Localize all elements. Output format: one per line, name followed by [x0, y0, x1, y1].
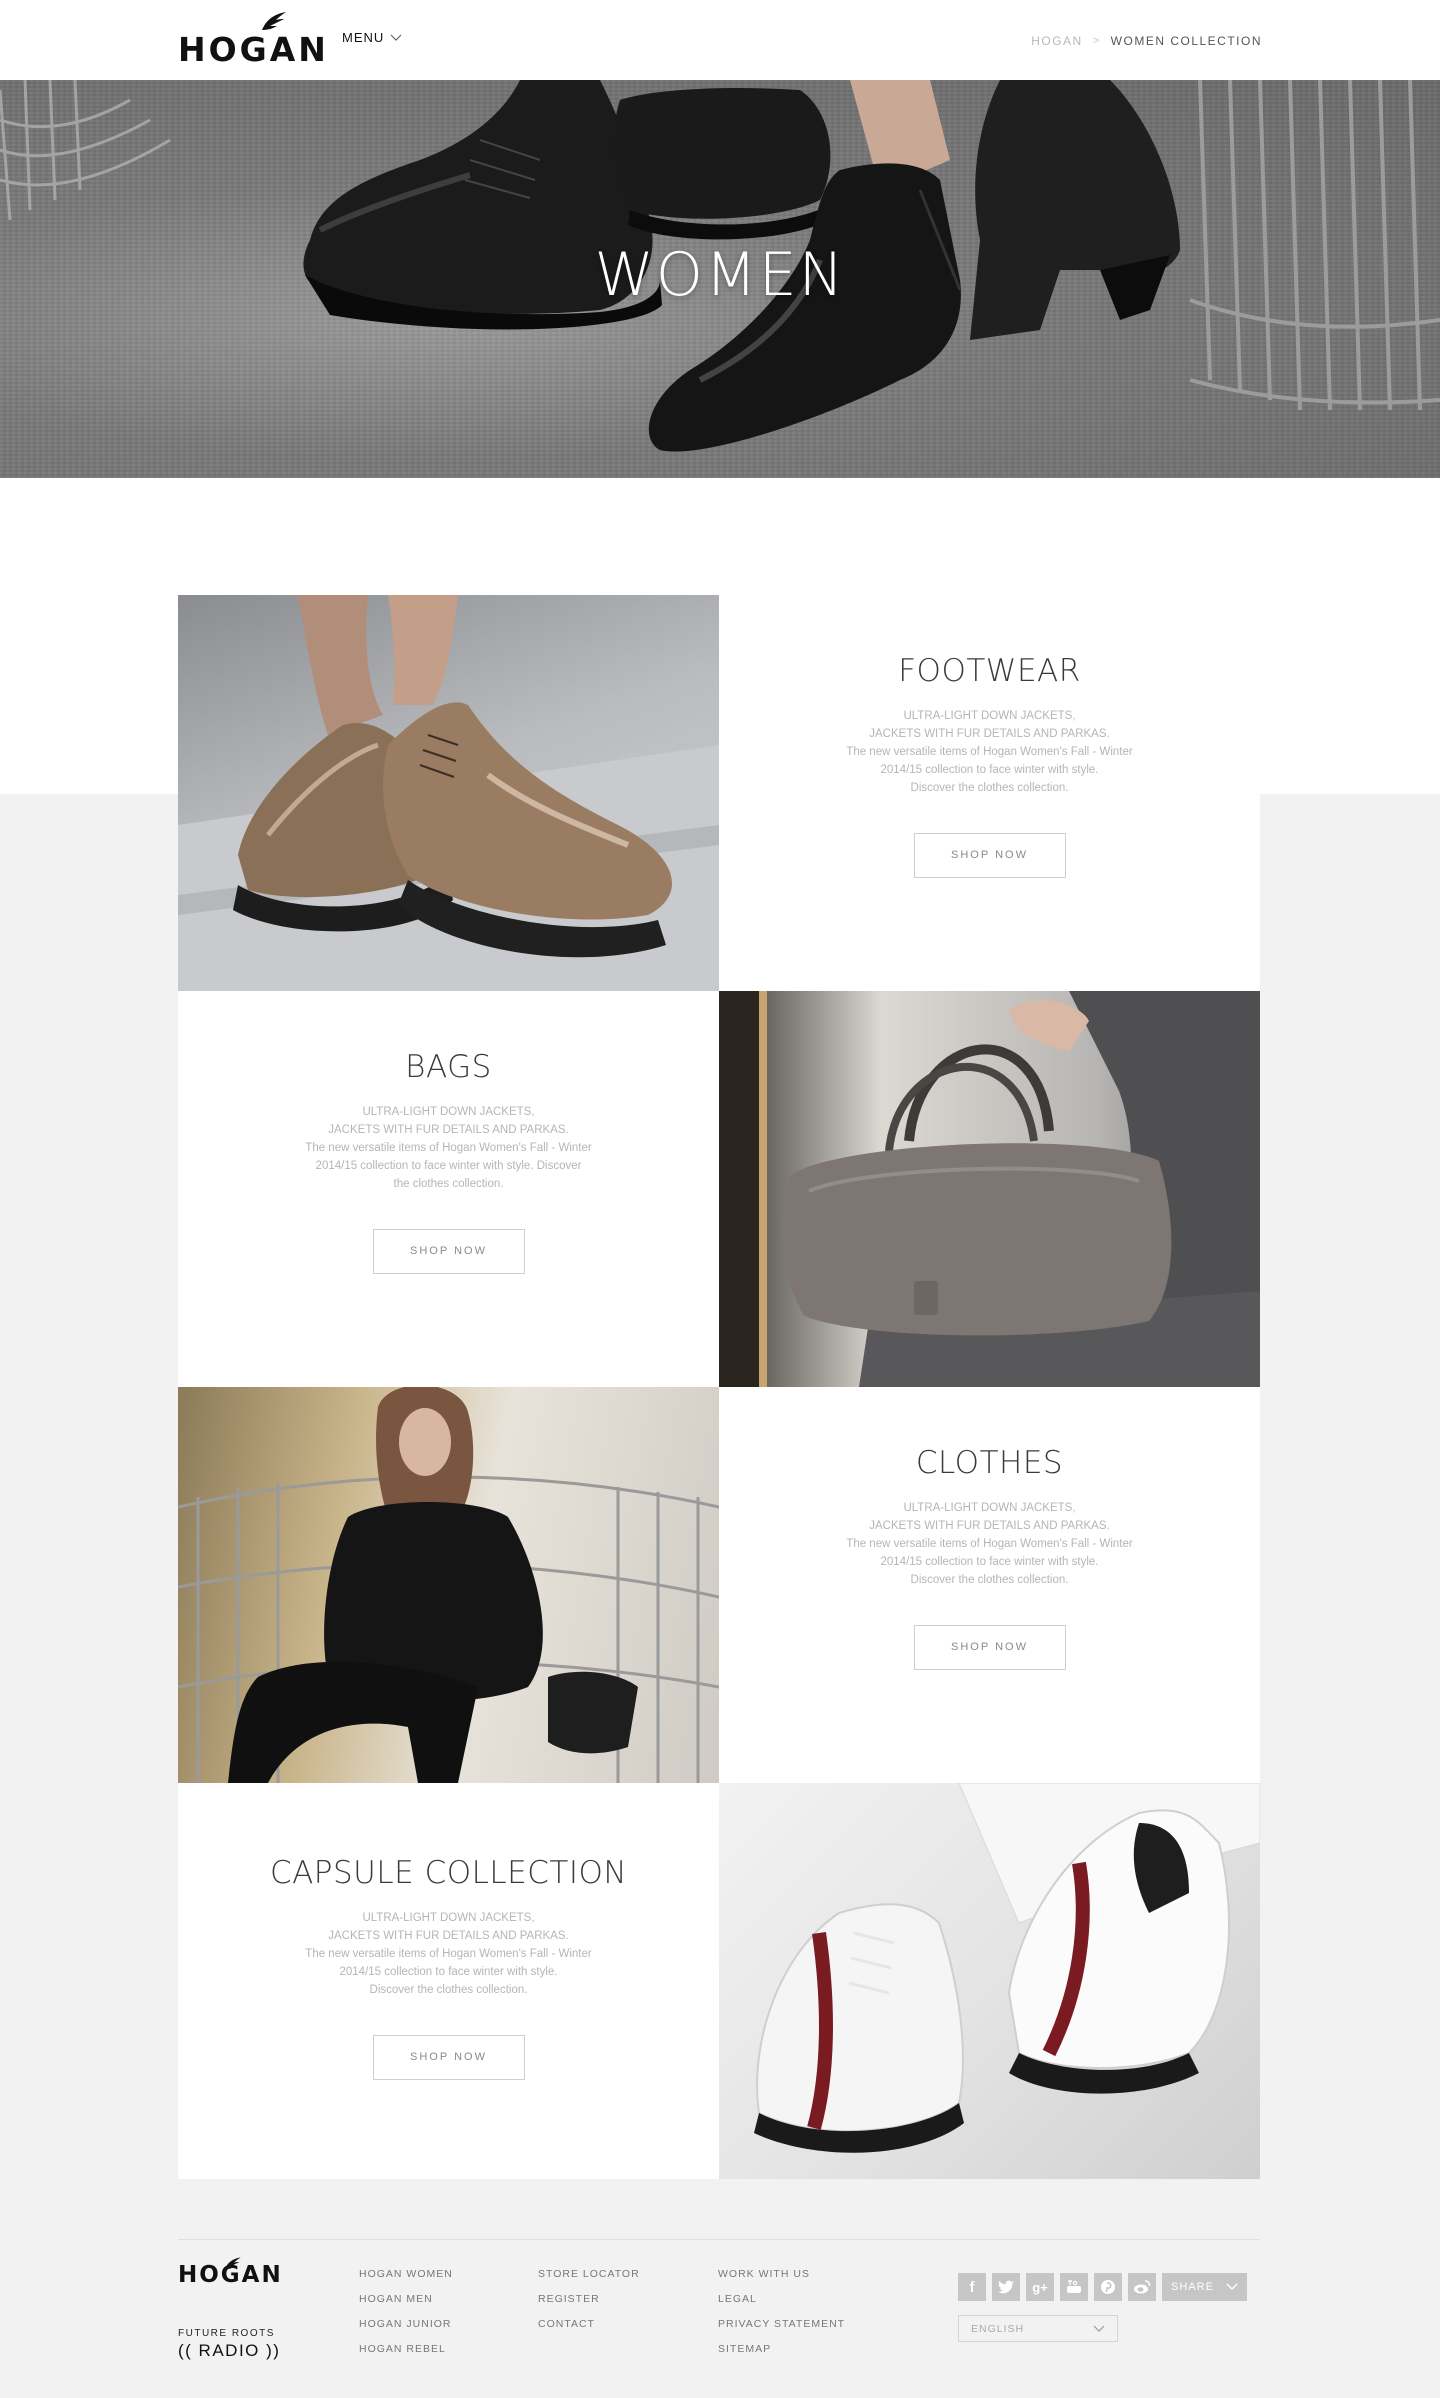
desc-line: The new versatile items of Hogan Women's…	[305, 1948, 592, 1978]
desc-line: JACKETS WITH FUR DETAILS AND PARKAS.	[869, 728, 1110, 740]
footwear-description: ULTRA-LIGHT DOWN JACKETS, JACKETS WITH F…	[840, 707, 1140, 797]
bags-shop-now-button[interactable]: SHOP NOW	[372, 1229, 525, 1274]
facebook-icon[interactable]: f	[958, 2273, 986, 2301]
bags-image[interactable]	[719, 991, 1260, 1387]
site-header: HOGAN MENU HOGAN > WOMEN COLLECTION	[0, 0, 1440, 80]
share-button[interactable]: SHARE	[1162, 2273, 1247, 2301]
desc-line: Discover the clothes collection.	[910, 782, 1069, 794]
menu-button[interactable]: MENU	[342, 30, 402, 45]
bags-photo	[719, 991, 1260, 1387]
youtube-icon[interactable]	[1060, 2273, 1088, 2301]
clothes-title: CLOTHES	[915, 1445, 1064, 1481]
footer-link[interactable]: PRIVACY STATEMENT	[718, 2318, 845, 2343]
chevron-down-icon	[390, 34, 402, 41]
desc-line: JACKETS WITH FUR DETAILS AND PARKAS.	[328, 1124, 569, 1136]
footer-links-services: STORE LOCATOR REGISTER CONTACT	[538, 2268, 640, 2343]
desc-line: ULTRA-LIGHT DOWN JACKETS,	[903, 1502, 1076, 1514]
breadcrumb-home-link[interactable]: HOGAN	[1031, 34, 1083, 48]
desc-line: ULTRA-LIGHT DOWN JACKETS,	[903, 710, 1076, 722]
breadcrumb-current: WOMEN COLLECTION	[1110, 34, 1262, 48]
hero-banner: WOMEN	[0, 80, 1440, 478]
footer-link[interactable]: HOGAN REBEL	[359, 2343, 453, 2368]
twitter-icon[interactable]	[992, 2273, 1020, 2301]
weibo-icon[interactable]	[1128, 2273, 1156, 2301]
capsule-description: ULTRA-LIGHT DOWN JACKETS, JACKETS WITH F…	[299, 1909, 599, 1999]
footer-divider	[178, 2239, 1260, 2240]
category-grid: FOOTWEAR ULTRA-LIGHT DOWN JACKETS, JACKE…	[178, 595, 1260, 2179]
language-select[interactable]: ENGLISH	[958, 2315, 1118, 2342]
desc-line: ULTRA-LIGHT DOWN JACKETS,	[362, 1912, 535, 1924]
desc-line: JACKETS WITH FUR DETAILS AND PARKAS.	[869, 1520, 1110, 1532]
language-value: ENGLISH	[971, 2322, 1025, 2335]
footer-links-company: WORK WITH US LEGAL PRIVACY STATEMENT SIT…	[718, 2268, 845, 2368]
desc-line: Discover the clothes collection.	[910, 1574, 1069, 1586]
footwear-panel: FOOTWEAR ULTRA-LIGHT DOWN JACKETS, JACKE…	[719, 595, 1260, 991]
desc-line: ULTRA-LIGHT DOWN JACKETS,	[362, 1106, 535, 1118]
footer-logo[interactable]: HOGAN	[178, 2257, 283, 2288]
chevron-down-icon	[1093, 2325, 1105, 2332]
capsule-title: CAPSULE COLLECTION	[269, 1855, 628, 1891]
bags-description: ULTRA-LIGHT DOWN JACKETS, JACKETS WITH F…	[299, 1103, 599, 1193]
breadcrumb: HOGAN > WOMEN COLLECTION	[1031, 34, 1262, 48]
footer-link[interactable]: REGISTER	[538, 2293, 640, 2318]
share-label: SHARE	[1171, 2281, 1214, 2293]
footwear-shop-now-button[interactable]: SHOP NOW	[913, 833, 1066, 878]
desc-line: The new versatile items of Hogan Women's…	[846, 746, 1133, 776]
pinterest-icon[interactable]	[1094, 2273, 1122, 2301]
menu-label: MENU	[342, 30, 385, 45]
wing-icon	[224, 2257, 241, 2270]
footwear-image[interactable]	[178, 595, 719, 991]
bags-panel: BAGS ULTRA-LIGHT DOWN JACKETS, JACKETS W…	[178, 991, 719, 1387]
clothes-image[interactable]	[178, 1387, 719, 1783]
footer-link[interactable]: CONTACT	[538, 2318, 640, 2343]
radio-top-text: FUTURE ROOTS	[178, 2328, 275, 2339]
breadcrumb-separator: >	[1092, 35, 1101, 47]
footwear-title: FOOTWEAR	[898, 653, 1081, 689]
footer-link[interactable]: HOGAN WOMEN	[359, 2268, 453, 2293]
desc-line: the clothes collection.	[393, 1178, 504, 1190]
logo-text: HOGAN	[178, 30, 329, 69]
desc-line: JACKETS WITH FUR DETAILS AND PARKAS.	[328, 1930, 569, 1942]
clothes-panel: CLOTHES ULTRA-LIGHT DOWN JACKETS, JACKET…	[719, 1387, 1260, 1783]
capsule-shop-now-button[interactable]: SHOP NOW	[372, 2035, 525, 2080]
footer-link[interactable]: HOGAN JUNIOR	[359, 2318, 453, 2343]
capsule-image[interactable]	[719, 1783, 1260, 2179]
footer-link[interactable]: HOGAN MEN	[359, 2293, 453, 2318]
desc-line: Discover the clothes collection.	[369, 1984, 528, 1996]
hero-title: WOMEN	[594, 240, 846, 310]
footer-link[interactable]: LEGAL	[718, 2293, 845, 2318]
footwear-photo	[178, 595, 719, 991]
clothes-description: ULTRA-LIGHT DOWN JACKETS, JACKETS WITH F…	[840, 1499, 1140, 1589]
hogan-logo[interactable]: HOGAN	[178, 12, 329, 69]
clothes-shop-now-button[interactable]: SHOP NOW	[913, 1625, 1066, 1670]
footer-link[interactable]: WORK WITH US	[718, 2268, 845, 2293]
radio-bottom-text: (( RADIO ))	[178, 2341, 281, 2360]
footer-link[interactable]: STORE LOCATOR	[538, 2268, 640, 2293]
bags-title: BAGS	[405, 1049, 492, 1085]
future-roots-radio-logo[interactable]: FUTURE ROOTS (( RADIO ))	[178, 2328, 280, 2361]
wing-icon	[262, 12, 286, 30]
capsule-photo	[754, 1783, 1260, 2153]
desc-line: The new versatile items of Hogan Women's…	[846, 1538, 1133, 1568]
desc-line: The new versatile items of Hogan Women's…	[305, 1142, 592, 1172]
footer-links-brands: HOGAN WOMEN HOGAN MEN HOGAN JUNIOR HOGAN…	[359, 2268, 453, 2368]
social-links: f g+ SHARE	[958, 2273, 1247, 2301]
google-plus-icon[interactable]: g+	[1026, 2273, 1054, 2301]
clothes-photo	[178, 1387, 719, 1783]
chevron-down-icon	[1226, 2283, 1238, 2290]
footer-link[interactable]: SITEMAP	[718, 2343, 845, 2368]
capsule-panel: CAPSULE COLLECTION ULTRA-LIGHT DOWN JACK…	[178, 1783, 719, 2179]
